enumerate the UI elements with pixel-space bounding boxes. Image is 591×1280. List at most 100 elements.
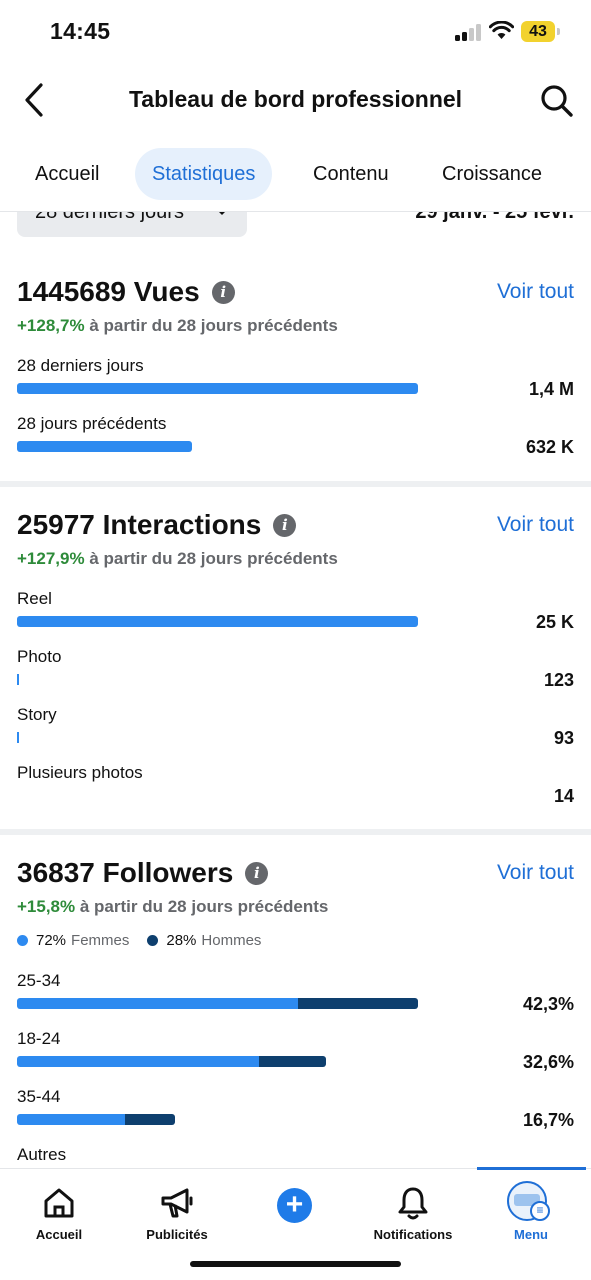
nav-publicites[interactable]: Publicités bbox=[118, 1169, 236, 1249]
age-bar-track bbox=[17, 1114, 418, 1125]
age-bar-men bbox=[297, 998, 418, 1009]
home-icon bbox=[39, 1183, 79, 1223]
age-bar-men bbox=[259, 1056, 326, 1067]
interactions-row-label: Photo bbox=[17, 647, 62, 666]
info-icon[interactable]: i bbox=[245, 861, 269, 885]
views-bar-track bbox=[17, 441, 418, 452]
nav-label: Accueil bbox=[35, 1227, 83, 1242]
age-bar-men bbox=[124, 1114, 176, 1125]
period-dropdown[interactable]: 28 derniers jours bbox=[17, 212, 247, 237]
legend-dot-men bbox=[147, 935, 159, 946]
info-icon[interactable]: i bbox=[211, 280, 235, 304]
views-bar-track bbox=[17, 383, 418, 394]
followers-delta-text: à partir du 28 jours précédents bbox=[79, 897, 329, 916]
interactions-row-label: Reel bbox=[17, 589, 52, 608]
date-range: 29 janv. - 25 févr. bbox=[415, 212, 574, 223]
views-title-text: 1445689 Vues bbox=[17, 276, 200, 307]
age-row-label: 35-44 bbox=[17, 1087, 61, 1106]
interactions-delta-text: à partir du 28 jours précédents bbox=[89, 549, 338, 568]
interactions-bar-track bbox=[17, 732, 418, 743]
age-bar-track bbox=[17, 1056, 418, 1067]
followers-delta-value: +15,8% bbox=[17, 897, 76, 916]
age-row-label: 18-24 bbox=[17, 1029, 61, 1048]
views-bar-current bbox=[17, 383, 418, 394]
nav-label: Notifications bbox=[373, 1227, 453, 1242]
tab-accueil[interactable]: Accueil bbox=[18, 148, 116, 200]
legend-pct-women: 72% bbox=[36, 932, 67, 949]
status-time: 14:45 bbox=[50, 18, 111, 44]
caret-down-icon bbox=[219, 212, 225, 215]
section-separator bbox=[0, 829, 591, 835]
age-bar-women bbox=[17, 1056, 260, 1067]
bell-icon bbox=[393, 1183, 433, 1223]
interactions-bar-reel bbox=[17, 616, 418, 627]
views-row-value: 1,4 M bbox=[528, 379, 574, 399]
search-button[interactable] bbox=[536, 80, 578, 122]
tab-croissance[interactable]: Croissance bbox=[425, 148, 559, 200]
interactions-title: 25977 Interactions i bbox=[17, 509, 297, 541]
legend-label-women: Femmes bbox=[71, 932, 130, 949]
interactions-bar-track bbox=[17, 616, 418, 627]
age-row-value: 32,6% bbox=[522, 1052, 574, 1072]
interactions-voir-tout-link[interactable]: Voir tout bbox=[497, 513, 574, 537]
views-voir-tout-link[interactable]: Voir tout bbox=[497, 280, 574, 304]
plus-icon: + bbox=[285, 1188, 304, 1221]
tab-contenu[interactable]: Contenu bbox=[296, 148, 406, 200]
battery-tip bbox=[557, 28, 560, 35]
followers-title-text: 36837 Followers bbox=[17, 857, 234, 888]
wifi-icon bbox=[489, 21, 514, 39]
tab-bar: Accueil Statistiques Contenu Croissance bbox=[0, 148, 591, 202]
interactions-bar-story bbox=[17, 732, 19, 743]
nav-notifications[interactable]: Notifications bbox=[354, 1169, 472, 1249]
section-separator bbox=[0, 481, 591, 487]
search-icon bbox=[541, 85, 573, 117]
status-bar: 14:45 43 bbox=[0, 0, 591, 64]
period-row: 28 derniers jours 29 janv. - 25 févr. bbox=[0, 212, 591, 238]
followers-title: 36837 Followers i bbox=[17, 857, 269, 889]
interactions-row-value: 25 K bbox=[535, 612, 574, 632]
interactions-bar-track bbox=[17, 674, 418, 685]
create-button[interactable]: + bbox=[277, 1188, 312, 1223]
age-bar-track bbox=[17, 998, 418, 1009]
age-row-label: 25-34 bbox=[17, 971, 61, 990]
interactions-row-value: 93 bbox=[553, 728, 574, 748]
views-title: 1445689 Vues i bbox=[17, 276, 235, 308]
legend-pct-men: 28% bbox=[166, 932, 197, 949]
header: Tableau de bord professionnel bbox=[0, 64, 591, 136]
scroll-content[interactable]: 28 derniers jours 29 janv. - 25 févr. 14… bbox=[0, 212, 591, 1168]
age-bar-women bbox=[17, 1114, 125, 1125]
age-row-label: Autres bbox=[17, 1145, 67, 1164]
period-selected: 28 derniers jours bbox=[35, 212, 184, 223]
views-delta: +128,7% à partir du 28 jours précédents bbox=[17, 316, 338, 336]
tab-statistiques[interactable]: Statistiques bbox=[135, 148, 273, 200]
info-icon[interactable]: i bbox=[273, 513, 297, 537]
interactions-title-text: 25977 Interactions bbox=[17, 509, 262, 540]
interactions-row-label: Story bbox=[17, 705, 57, 724]
nav-label: Publicités bbox=[146, 1227, 208, 1242]
interactions-delta-value: +127,9% bbox=[17, 549, 85, 568]
legend-label-men: Hommes bbox=[201, 932, 262, 949]
age-row-value: 42,3% bbox=[522, 994, 574, 1014]
nav-menu[interactable]: ≡ Menu bbox=[472, 1169, 590, 1249]
interactions-row-label: Plusieurs photos bbox=[17, 763, 143, 782]
age-bar-women bbox=[17, 998, 298, 1009]
nav-accueil[interactable]: Accueil bbox=[0, 1169, 118, 1249]
battery-indicator: 43 bbox=[521, 21, 555, 42]
followers-voir-tout-link[interactable]: Voir tout bbox=[497, 861, 574, 885]
interactions-row-value: 14 bbox=[553, 786, 574, 806]
menu-lines-icon: ≡ bbox=[530, 1201, 550, 1221]
cellular-signal-icon bbox=[455, 24, 483, 41]
views-row-value: 632 K bbox=[525, 437, 574, 457]
gender-legend: 72% Femmes 28% Hommes bbox=[17, 932, 261, 949]
legend-dot-women bbox=[17, 935, 28, 946]
megaphone-icon bbox=[157, 1183, 197, 1223]
views-row-label: 28 derniers jours bbox=[17, 356, 144, 375]
views-bar-previous bbox=[17, 441, 193, 452]
interactions-bar-photo bbox=[17, 674, 19, 685]
views-delta-text: à partir du 28 jours précédents bbox=[89, 316, 338, 335]
nav-label: Menu bbox=[514, 1227, 548, 1242]
page-title: Tableau de bord professionnel bbox=[128, 86, 463, 112]
age-row-value: 16,7% bbox=[522, 1110, 574, 1130]
views-delta-value: +128,7% bbox=[17, 316, 85, 335]
views-row-label: 28 jours précédents bbox=[17, 414, 167, 433]
